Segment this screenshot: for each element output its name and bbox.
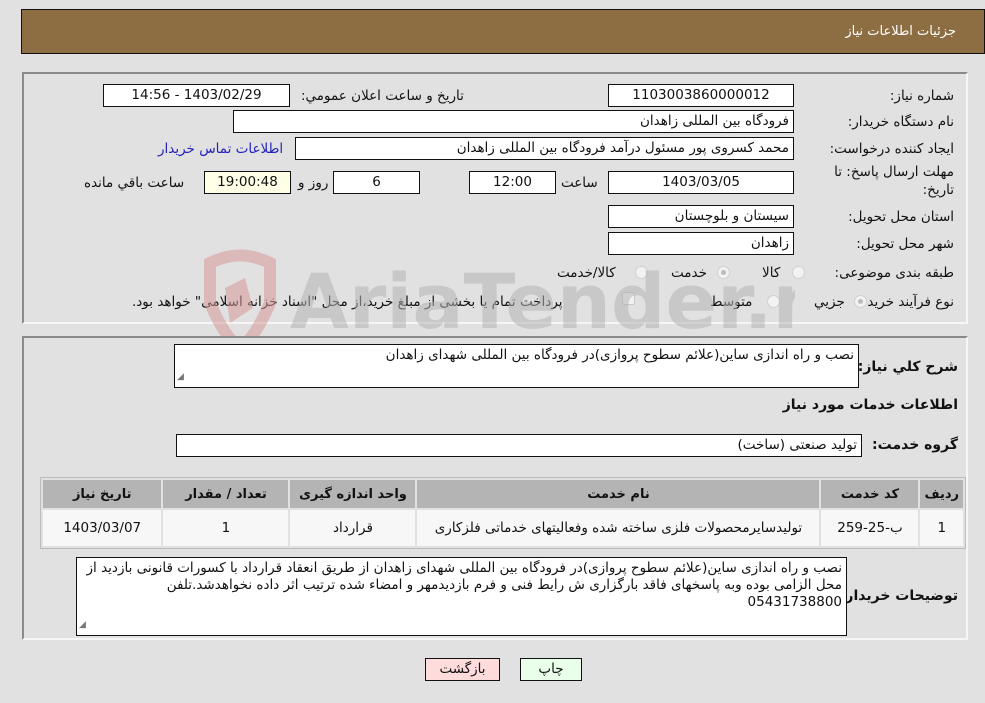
category-radio-goods[interactable] bbox=[792, 266, 805, 279]
table-header-row: ردیف کد خدمت نام خدمت واحد اندازه گیری ت… bbox=[43, 480, 963, 508]
purchase-option-minor: جزيي bbox=[814, 294, 845, 310]
purchase-radio-minor[interactable] bbox=[854, 295, 867, 308]
city-field: زاهدان bbox=[608, 232, 794, 255]
remaining-time-label: ساعت باقي مانده bbox=[84, 175, 185, 191]
resize-grip-icon[interactable]: ◢ bbox=[79, 617, 86, 634]
services-table: ردیف کد خدمت نام خدمت واحد اندازه گیری ت… bbox=[40, 477, 966, 549]
purchase-type-label: نوع فرآیند خرید : bbox=[858, 294, 954, 310]
col-service-name: نام خدمت bbox=[417, 480, 820, 508]
category-option-goods-service: کالا/خدمت bbox=[557, 265, 616, 281]
cell-unit: قرارداد bbox=[290, 510, 416, 546]
category-label: طبقه بندی موضوعی: bbox=[834, 265, 954, 281]
buyer-contact-link[interactable]: اطلاعات تماس خریدار bbox=[158, 141, 283, 157]
services-section-title: اطلاعات خدمات مورد نیاز bbox=[782, 397, 958, 413]
buyer-notes-label: توضیحات خریدار: bbox=[839, 588, 958, 604]
col-need-date: تاریخ نیاز bbox=[43, 480, 162, 508]
need-number-field: 1103003860000012 bbox=[608, 84, 794, 107]
summary-label: شرح كلي نياز: bbox=[857, 359, 958, 375]
category-radio-goods-service[interactable] bbox=[635, 266, 648, 279]
summary-text: نصب و راه اندازی ساین(علائم سطوح پروازی)… bbox=[385, 347, 854, 363]
remaining-days-field: 6 bbox=[333, 171, 420, 194]
page-title: جزئیات اطلاعات نیاز bbox=[845, 24, 956, 39]
deadline-label-line2: تاریخ: bbox=[922, 182, 954, 198]
province-label: استان محل تحویل: bbox=[848, 209, 954, 225]
page-header: جزئیات اطلاعات نیاز bbox=[21, 9, 985, 54]
cell-need-date: 1403/03/07 bbox=[43, 510, 162, 546]
category-option-goods: کالا bbox=[762, 265, 781, 281]
requester-label: ایجاد کننده درخواست: bbox=[829, 141, 954, 157]
deadline-label-line1: مهلت ارسال پاسخ: تا bbox=[834, 164, 954, 180]
buyer-org-label: نام دستگاه خریدار: bbox=[847, 114, 954, 130]
back-button[interactable]: بازگشت bbox=[425, 658, 500, 681]
need-details-panel: شرح كلي نياز: نصب و راه اندازی ساین(علائ… bbox=[22, 336, 968, 640]
deadline-date-field: 1403/03/05 bbox=[608, 171, 794, 194]
buyer-notes-text: نصب و راه اندازی ساین(علائم سطوح پروازی)… bbox=[86, 560, 842, 610]
col-row-number: ردیف bbox=[920, 480, 963, 508]
cell-service-code: ب-25-259 bbox=[821, 510, 919, 546]
remaining-time-field: 19:00:48 bbox=[204, 171, 291, 194]
purchase-option-medium: متوسط bbox=[710, 294, 753, 310]
cell-row-number: 1 bbox=[920, 510, 963, 546]
need-number-label: شماره نیاز: bbox=[889, 88, 954, 104]
cell-service-name: تولیدسایرمحصولات فلزی ساخته شده وفعالیته… bbox=[417, 510, 820, 546]
purchase-radio-medium[interactable] bbox=[767, 295, 780, 308]
buyer-notes-textarea[interactable]: نصب و راه اندازی ساین(علائم سطوح پروازی)… bbox=[76, 557, 847, 636]
deadline-time-field: 12:00 bbox=[469, 171, 556, 194]
col-unit: واحد اندازه گیری bbox=[290, 480, 416, 508]
cell-quantity: 1 bbox=[163, 510, 289, 546]
province-field: سیستان و بلوچستان bbox=[608, 205, 794, 228]
deadline-time-label: ساعت bbox=[561, 175, 598, 191]
days-label: روز و bbox=[298, 175, 329, 191]
table-row: 1 ب-25-259 تولیدسایرمحصولات فلزی ساخته ش… bbox=[43, 510, 963, 546]
service-group-label: گروه خدمت: bbox=[872, 437, 958, 453]
treasury-checkbox[interactable] bbox=[622, 292, 635, 305]
col-service-code: کد خدمت bbox=[821, 480, 919, 508]
announce-datetime-field: 1403/02/29 - 14:56 bbox=[103, 84, 290, 107]
print-button[interactable]: چاپ bbox=[520, 658, 582, 681]
treasury-note: پرداخت تمام یا بخشی از مبلغ خرید،از محل … bbox=[132, 294, 563, 310]
buyer-org-field: فرودگاه بین المللی زاهدان bbox=[233, 110, 794, 133]
city-label: شهر محل تحویل: bbox=[856, 236, 954, 252]
col-quantity: تعداد / مقدار bbox=[163, 480, 289, 508]
category-radio-service[interactable] bbox=[717, 266, 730, 279]
requester-field: محمد کسروی پور مسئول درآمد فرودگاه بین ا… bbox=[295, 137, 794, 160]
resize-grip-icon[interactable]: ◢ bbox=[177, 369, 184, 386]
need-info-panel: شماره نیاز: 1103003860000012 تاریخ و ساع… bbox=[22, 72, 968, 324]
summary-textarea[interactable]: نصب و راه اندازی ساین(علائم سطوح پروازی)… bbox=[174, 344, 859, 388]
announce-datetime-label: تاریخ و ساعت اعلان عمومي: bbox=[301, 88, 464, 104]
service-group-field: تولید صنعتی (ساخت) bbox=[176, 434, 862, 457]
category-option-service: خدمت bbox=[671, 265, 707, 281]
